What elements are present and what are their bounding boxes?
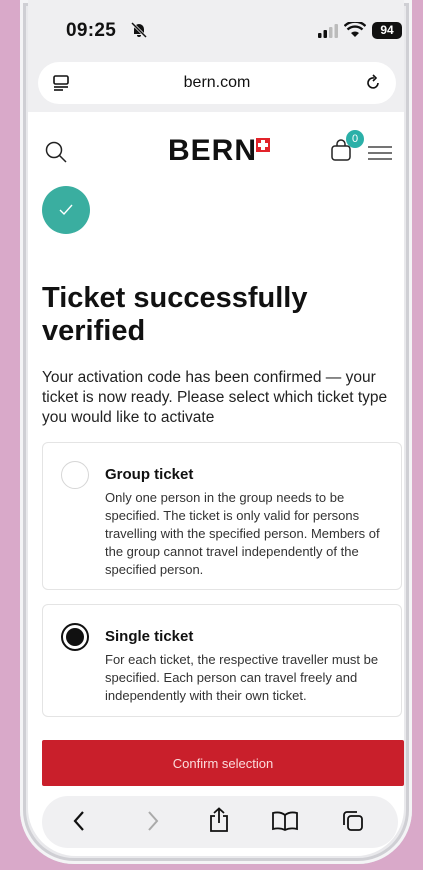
browser-toolbar <box>42 796 398 848</box>
share-icon[interactable] <box>208 807 230 833</box>
success-check-badge <box>42 186 90 234</box>
silent-bell-icon <box>130 21 148 39</box>
status-bar: 09:25 94 <box>28 0 404 56</box>
ticket-option-single[interactable]: Single ticket For each ticket, the respe… <box>42 604 402 717</box>
single-ticket-description: For each ticket, the respective travelle… <box>105 652 379 703</box>
single-ticket-label: Single ticket <box>105 628 194 645</box>
forward-icon[interactable] <box>146 810 160 832</box>
url-text: bern.com <box>183 74 251 91</box>
ticket-option-group[interactable]: Group ticket Only one person in the grou… <box>42 442 402 590</box>
tabs-icon[interactable] <box>342 810 364 832</box>
check-icon <box>59 204 73 216</box>
reload-icon[interactable] <box>364 74 382 92</box>
browser-address-area: bern.com <box>28 56 404 112</box>
site-header: BERN 0 <box>28 112 404 184</box>
page-description: Your activation code has been confirmed … <box>42 369 388 426</box>
cellular-signal-icon <box>318 24 338 38</box>
group-ticket-description: Only one person in the group needs to be… <box>105 490 380 577</box>
swiss-flag-icon <box>256 138 270 152</box>
bern-logo[interactable]: BERN <box>168 134 257 168</box>
group-ticket-radio[interactable] <box>61 461 89 489</box>
back-icon[interactable] <box>72 810 86 832</box>
single-ticket-radio[interactable] <box>61 623 89 651</box>
status-time: 09:25 <box>66 20 117 41</box>
confirm-selection-button[interactable]: Confirm selection <box>42 740 404 786</box>
address-bar[interactable]: bern.com <box>38 62 396 104</box>
wifi-icon <box>344 22 366 37</box>
battery-indicator: 94 <box>372 22 402 39</box>
search-icon[interactable] <box>44 140 68 164</box>
cart-count-badge: 0 <box>346 130 364 148</box>
screen: 09:25 94 bern.com BERN 0 Ticket successf… <box>28 0 404 856</box>
page-title: Ticket successfully verified <box>42 282 308 347</box>
bookmarks-icon[interactable] <box>272 811 298 831</box>
group-ticket-label: Group ticket <box>105 466 194 483</box>
phone-frame: 09:25 94 bern.com BERN 0 Ticket successf… <box>20 0 412 864</box>
hamburger-menu-icon[interactable] <box>368 146 392 160</box>
